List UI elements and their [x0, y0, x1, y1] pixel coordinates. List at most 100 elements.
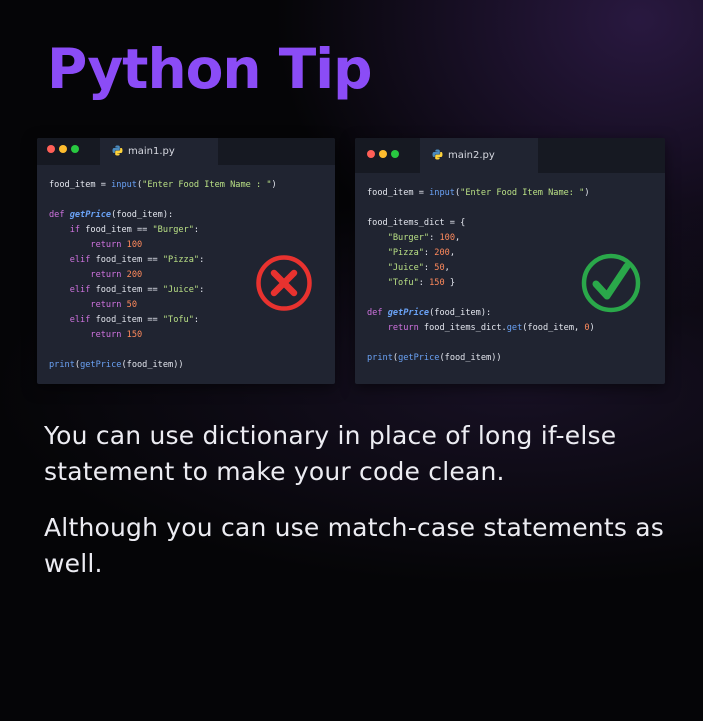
code-token: food_item ==	[90, 315, 163, 325]
maximize-dot[interactable]	[71, 145, 79, 153]
code-token: 200	[126, 270, 143, 280]
code-line: if food_item == "Burger":	[49, 223, 277, 238]
code-line: def getPrice(food_item):	[367, 306, 595, 321]
code-line: return 50	[49, 298, 277, 313]
code-token: food_item ==	[80, 225, 153, 235]
code-token: (food_item,	[522, 323, 585, 333]
code-token: "Pizza"	[162, 255, 200, 265]
code-token: 150	[126, 330, 143, 340]
code-token: food_items_dict = {	[367, 218, 466, 228]
code-token: "Enter Food Item Name : "	[142, 180, 272, 190]
code-token: 150	[429, 278, 445, 288]
code-line: "Juice": 50,	[367, 261, 595, 276]
code-token: }	[444, 278, 455, 288]
code-token: ,	[449, 248, 455, 258]
code-token: food_item ==	[90, 285, 163, 295]
code-token: getPrice	[398, 353, 440, 363]
code-token: 100	[126, 240, 143, 250]
code-token: :	[423, 248, 435, 258]
code-line: return 200	[49, 268, 277, 283]
code-line: food_item = input("Enter Food Item Name …	[49, 178, 277, 193]
code-token: :	[423, 263, 435, 273]
code-token: (food_item))	[121, 360, 184, 370]
code-token: "Tofu"	[162, 315, 194, 325]
code-token: )	[584, 188, 590, 198]
file-tab-main1[interactable]: main1.py	[100, 138, 218, 165]
close-dot[interactable]	[367, 150, 375, 158]
code-token: :	[199, 255, 205, 265]
window-titlebar: main1.py	[37, 138, 335, 165]
code-line: return 150	[49, 328, 277, 343]
code-token: getPrice	[80, 360, 122, 370]
code-token: input	[429, 188, 455, 198]
code-token: get	[506, 323, 523, 333]
code-token: 100	[439, 233, 455, 243]
tip-caption: You can use dictionary in place of long …	[44, 421, 617, 486]
code-token: :	[193, 315, 200, 325]
code-token: input	[111, 180, 137, 190]
file-tab-label: main1.py	[128, 146, 175, 157]
maximize-dot[interactable]	[391, 150, 399, 158]
close-dot[interactable]	[47, 145, 55, 153]
python-logo-icon	[432, 149, 443, 163]
window-titlebar: main2.py	[355, 138, 665, 173]
code-token: elif	[69, 255, 91, 265]
python-logo-icon	[112, 145, 123, 159]
page-title: Python Tip	[47, 37, 372, 101]
minimize-dot[interactable]	[59, 145, 67, 153]
code-token: "Tofu"	[387, 278, 419, 288]
tip-note: Although you can use match-case statemen…	[44, 513, 664, 578]
code-token: return	[387, 323, 419, 333]
code-token: return	[90, 330, 122, 340]
code-line: "Tofu": 150 }	[367, 276, 595, 291]
code-token: elif	[69, 315, 91, 325]
code-token: ,	[444, 263, 450, 273]
x-circle-icon	[255, 254, 313, 316]
code-token: "Juice"	[162, 285, 200, 295]
check-circle-icon	[580, 252, 642, 318]
code-token: :	[193, 225, 200, 235]
code-token: :	[199, 285, 205, 295]
code-token: print	[49, 360, 75, 370]
code-token: ,	[455, 233, 461, 243]
code-token: getPrice	[387, 308, 430, 318]
file-tab-label: main2.py	[448, 150, 495, 161]
code-line: food_items_dict = {	[367, 216, 595, 231]
code-window-main2: main2.py food_item = input("Enter Food I…	[355, 138, 665, 384]
code-line: "Pizza": 200,	[367, 246, 595, 261]
code-window-main1: main1.py food_item = input("Enter Food I…	[37, 138, 335, 384]
file-tab-main2[interactable]: main2.py	[420, 138, 538, 173]
code-line: def getPrice(food_item):	[49, 208, 277, 223]
code-token: 50	[434, 263, 445, 273]
code-token: (food_item):	[429, 308, 492, 318]
code-token: "Burger"	[152, 225, 194, 235]
code-line: print(getPrice(food_item))	[49, 358, 277, 373]
code-line: elif food_item == "Tofu":	[49, 313, 277, 328]
minimize-dot[interactable]	[379, 150, 387, 158]
code-line: "Burger": 100,	[367, 231, 595, 246]
code-token: 200	[434, 248, 450, 258]
code-token: print	[367, 353, 393, 363]
code-token: 50	[126, 300, 137, 310]
code-line: food_item = input("Enter Food Item Name:…	[367, 186, 595, 201]
code-token: :	[418, 278, 430, 288]
code-line: return food_items_dict.get(food_item, 0)	[367, 321, 595, 336]
code-token: food_item =	[49, 180, 112, 190]
code-line: elif food_item == "Juice":	[49, 283, 277, 298]
